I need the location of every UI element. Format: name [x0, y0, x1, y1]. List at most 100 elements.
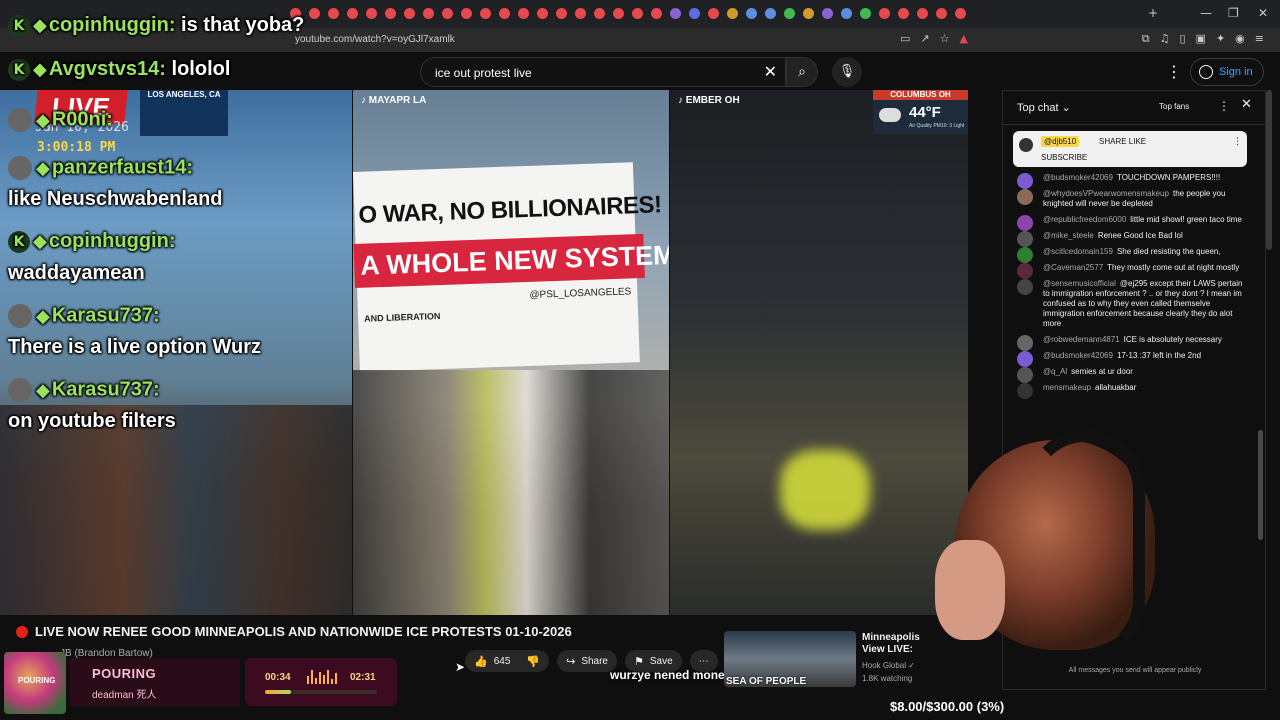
video-panel-ember[interactable]: ♪ EMBER OH [670, 90, 968, 615]
top-chat-dropdown[interactable]: Top chat ⌄ [1017, 101, 1071, 114]
recommended-video[interactable]: SEA OF PEOPLE Minneapolis View LIVE: Hoo… [724, 631, 968, 689]
browser-tab-favicon[interactable] [556, 8, 567, 19]
browser-tab-favicon[interactable] [822, 8, 833, 19]
browser-tab-favicon[interactable] [765, 8, 776, 19]
browser-tab-favicon[interactable] [955, 8, 966, 19]
browser-tab-favicon[interactable] [613, 8, 624, 19]
browser-tab-favicon[interactable] [803, 8, 814, 19]
browser-tab-favicon[interactable] [404, 8, 415, 19]
chat-username[interactable]: @scitlcedomain159 [1043, 247, 1113, 256]
browser-tab-favicon[interactable] [917, 8, 928, 19]
browser-tab-favicon[interactable] [328, 8, 339, 19]
browser-tabs[interactable] [290, 8, 966, 19]
protest-banner: O WAR, NO BILLIONAIRES! A WHOLE NEW SYST… [353, 162, 669, 372]
chat-more-icon[interactable]: ⋮ [1218, 99, 1230, 113]
browser-tab-favicon[interactable] [689, 8, 700, 19]
browser-tab-favicon[interactable] [442, 8, 453, 19]
new-tab-button[interactable]: + [1148, 6, 1158, 20]
browser-tab-favicon[interactable] [651, 8, 662, 19]
browser-tab-favicon[interactable] [670, 8, 681, 19]
screen-icon[interactable]: ▭ [900, 32, 910, 45]
browser-tab-favicon[interactable] [727, 8, 738, 19]
minimize-button[interactable]: — [1200, 6, 1212, 20]
browser-tab-favicon[interactable] [708, 8, 719, 19]
maximize-button[interactable]: ❐ [1228, 6, 1239, 20]
close-window-button[interactable]: ✕ [1258, 6, 1268, 20]
browser-tab-favicon[interactable] [347, 8, 358, 19]
media-icon[interactable]: ♫ [1160, 32, 1170, 46]
air-quality: Air Quality PM10: 3 Light [909, 123, 965, 129]
chat-username[interactable]: mensmakeup [1043, 383, 1091, 392]
browser-tab-favicon[interactable] [423, 8, 434, 19]
tts-subtitle: wurzye nened money [610, 668, 732, 682]
share-label: Share [581, 655, 608, 667]
recommended-channel[interactable]: Hook Global ✓ [862, 661, 915, 670]
chat-username[interactable]: @robwedemann4871 [1043, 335, 1120, 344]
search-icon[interactable]: ⌕ [786, 57, 818, 87]
like-button[interactable]: 👍 645 👎 [465, 650, 550, 672]
profile-icon[interactable]: ◉ [1235, 32, 1245, 46]
chat-username[interactable]: @budsmoker42069 [1043, 351, 1113, 360]
browser-tab-favicon[interactable] [309, 8, 320, 19]
browser-tab-favicon[interactable] [594, 8, 605, 19]
recommended-title[interactable]: Minneapolis View LIVE: [862, 632, 920, 656]
microphone-icon[interactable]: 🎙 [832, 57, 862, 87]
share-page-icon[interactable]: ↗ [920, 32, 929, 45]
browser-tab-favicon[interactable] [385, 8, 396, 19]
url-text[interactable]: youtube.com/watch?v=oyGJl7xamlk [295, 34, 455, 45]
thumbs-down-icon[interactable]: 👎 [526, 655, 540, 668]
chat-username[interactable]: @q_Al [1043, 367, 1067, 376]
extension-shield-icon[interactable]: ▲ [960, 32, 968, 45]
ai-icon[interactable]: ✦ [1216, 32, 1225, 46]
chat-username[interactable]: @Caveman2577 [1043, 263, 1103, 272]
overlay-message: waddayamean [8, 262, 145, 284]
clear-search-icon[interactable]: ✕ [764, 62, 777, 81]
search-input[interactable]: ice out protest live [435, 66, 532, 80]
browser-tab-favicon[interactable] [879, 8, 890, 19]
stream-tag: ♪ MAYAPR LA [361, 95, 427, 106]
browser-tab-favicon[interactable] [499, 8, 510, 19]
cloud-icon [879, 108, 901, 122]
chat-username[interactable]: @republicfreedom6000 [1043, 215, 1126, 224]
avatar [1017, 351, 1033, 367]
browser-tab-favicon[interactable] [537, 8, 548, 19]
pinned-more-icon[interactable]: ⋮ [1233, 137, 1242, 147]
browser-tab-favicon[interactable] [632, 8, 643, 19]
menu-icon[interactable]: ≡ [1255, 32, 1264, 46]
avatar [1017, 263, 1033, 279]
search-box[interactable]: ice out protest live ✕ [420, 57, 786, 87]
browser-tab-favicon[interactable] [461, 8, 472, 19]
browser-tab-favicon[interactable] [518, 8, 529, 19]
browser-tab-favicon[interactable] [841, 8, 852, 19]
browser-tab-favicon[interactable] [746, 8, 757, 19]
top-fans-button[interactable]: Top fans [1159, 102, 1189, 111]
overlay-username: copinhuggin: [48, 230, 176, 252]
browser-tab-favicon[interactable] [366, 8, 377, 19]
recommended-thumbnail[interactable]: SEA OF PEOPLE [724, 631, 856, 687]
extensions-icon[interactable]: ⧉ [1142, 32, 1150, 46]
browser-tab-favicon[interactable] [860, 8, 871, 19]
close-chat-icon[interactable]: ✕ [1241, 97, 1252, 112]
video-panel-mayapr[interactable]: ♪ MAYAPR LA O WAR, NO BILLIONAIRES! A WH… [353, 90, 669, 615]
more-options-icon[interactable]: ⋮ [1166, 62, 1182, 81]
share-button[interactable]: ↪ Share [557, 650, 617, 672]
chat-username[interactable]: @whydoesVPwearwomensmakeup [1043, 189, 1169, 198]
stream-tag: ♪ EMBER OH [678, 95, 740, 106]
weather-temp: 44°F [909, 104, 941, 121]
chat-username[interactable]: @mike_steele [1043, 231, 1094, 240]
sidebar-icon[interactable]: ▯ [1179, 32, 1185, 46]
bookmark-star-icon[interactable]: ☆ [940, 32, 950, 45]
wallet-icon[interactable]: ▣ [1196, 32, 1206, 46]
browser-tab-favicon[interactable] [784, 8, 795, 19]
chat-username[interactable]: @budsmoker42069 [1043, 173, 1113, 182]
browser-tab-favicon[interactable] [575, 8, 586, 19]
chat-message: @sensemusicofficial @ej295 except their L… [1017, 279, 1243, 329]
browser-tab-favicon[interactable] [480, 8, 491, 19]
sign-in-button[interactable]: Sign in [1190, 58, 1264, 86]
banner-line-4: AND LIBERATION [363, 311, 441, 324]
chat-username[interactable]: @sensemusicofficial [1043, 279, 1116, 288]
page-scrollbar[interactable] [1266, 90, 1272, 250]
browser-tab-favicon[interactable] [936, 8, 947, 19]
browser-tab-favicon[interactable] [898, 8, 909, 19]
avatar [1017, 335, 1033, 351]
